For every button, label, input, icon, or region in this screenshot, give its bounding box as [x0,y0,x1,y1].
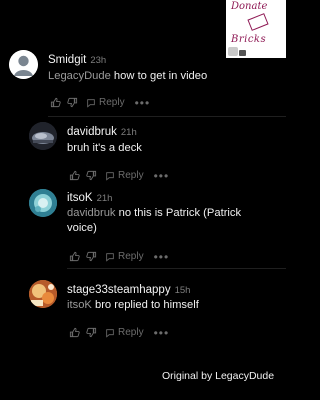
profile-picture [29,280,57,308]
comment-stage33steamhappy: stage33steamhappy 15h itsoK bro replied t… [0,0,286,345]
comment-text: itsoK bro replied to himself [67,298,282,313]
timestamp: 15h [174,285,191,296]
dislike-icon[interactable] [86,327,97,338]
mention-link[interactable]: itsoK [67,299,92,311]
reply-label: Reply [118,327,144,338]
comment-header: stage33steamhappy 15h [67,280,190,298]
comment-actions: Reply ••• [69,327,170,339]
comments-screen: Donate Bricks Smidgit 23h LegacyDude how … [0,0,286,400]
comment-body: bro replied to himself [91,299,199,311]
reply-icon [106,328,114,338]
credit-caption: Original by LegacyDude [162,370,275,382]
reply-button[interactable]: Reply [105,327,144,338]
like-icon[interactable] [69,327,80,338]
avatar[interactable] [29,280,57,308]
username[interactable]: stage33steamhappy [67,284,171,296]
more-icon[interactable]: ••• [154,327,170,339]
